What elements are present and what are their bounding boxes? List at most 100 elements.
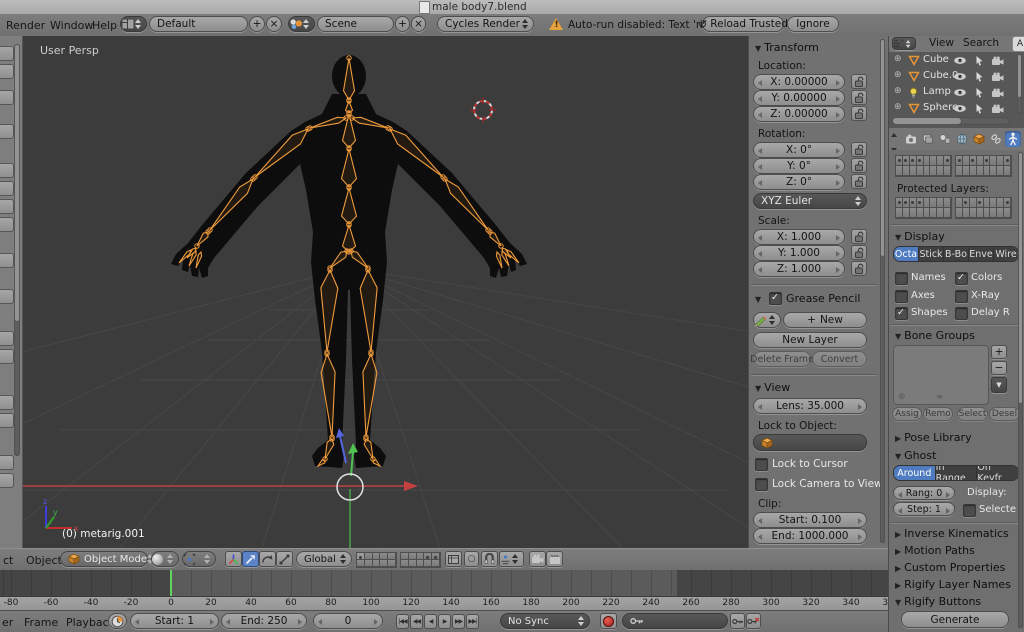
grease-pencil-checkbox[interactable] [769,292,782,305]
location-z-field[interactable]: Z: 0.00000 [753,106,845,122]
menu-marker-partial[interactable]: er [2,616,13,629]
n-panel-scrollbar[interactable] [880,39,885,543]
grease-pencil-new-button[interactable]: +New [783,312,867,328]
protected-layers-grid-2[interactable] [955,197,1012,219]
tab-constraints[interactable] [988,131,1004,147]
menu-render[interactable]: Render [6,19,45,32]
rotation-mode-dropdown[interactable]: XYZ Euler [753,193,867,209]
selectability-icon[interactable] [975,87,984,98]
ghost-on-keyframe[interactable]: On Keyfr [977,466,1018,480]
scale-z-field[interactable]: Z: 1.000 [753,261,845,277]
inverse-kinematics-panel-header[interactable]: ▶Inverse Kinematics [895,527,1009,540]
tool-button[interactable] [0,349,14,364]
tab-world[interactable] [954,131,970,147]
orientation-dropdown[interactable]: Global [296,551,352,567]
menu-window[interactable]: Window [50,19,93,32]
manipulator-scale-button[interactable] [276,551,293,567]
outliner-row[interactable]: ⊕ Cube.0 [889,69,1024,84]
lock-location-z-button[interactable] [851,106,867,121]
new-layer-button[interactable]: New Layer [753,332,867,348]
filter-icon[interactable]: ⊕ [898,392,906,402]
add-scene-button[interactable]: + [395,16,410,32]
rigify-buttons-panel-header[interactable]: ▼Rigify Buttons [895,595,981,608]
delete-scene-button[interactable]: × [411,16,426,32]
renderability-icon[interactable] [991,56,1004,66]
tool-button[interactable] [0,217,14,232]
tool-button[interactable] [0,289,14,304]
manipulator-axis-button[interactable] [225,551,242,567]
snap-button[interactable] [481,551,498,567]
menu-frame[interactable]: Frame [24,616,58,629]
ghost-around[interactable]: Around [894,466,936,480]
scene-selector[interactable]: Scene [317,16,394,32]
delete-keyframe-button[interactable] [746,613,761,629]
tool-button[interactable] [0,46,14,61]
editor-type-outliner-button[interactable] [892,37,916,50]
display-mode-wire[interactable]: Wire [994,247,1018,261]
tool-shelf-scrollbar[interactable] [14,44,20,456]
renderability-icon[interactable] [991,104,1004,114]
visibility-eye-icon[interactable] [953,104,967,113]
next-keyframe-button[interactable]: ▶▶ [452,614,465,629]
xray-checkbox[interactable] [955,290,968,303]
clip-start-field[interactable]: Start: 0.100 [753,512,867,528]
delay-refresh-checkbox[interactable] [955,307,968,320]
menu-help[interactable]: Help [92,19,117,32]
render-opengl-anim-button[interactable] [546,551,563,567]
scale-x-field[interactable]: X: 1.000 [753,229,845,245]
renderability-icon[interactable] [991,72,1004,82]
object-name[interactable]: Lamp [923,86,951,97]
lock-rotation-z-button[interactable] [851,174,867,189]
n-panel-scrollbar-thumb[interactable] [880,39,885,257]
timeline-playhead[interactable] [170,570,172,596]
scale-y-field[interactable]: Y: 1.000 [753,245,845,261]
ghost-step-field[interactable]: Step: 1 [893,502,955,516]
location-y-field[interactable]: Y: 0.00000 [753,90,845,106]
tool-button[interactable] [0,199,14,214]
outliner-row[interactable]: ⊕ Lamp [889,85,1024,100]
grease-pencil-panel-header[interactable]: ▼ [755,292,764,305]
prev-keyframe-button[interactable]: ◀◀ [410,614,423,629]
armature-layers-grid-1[interactable] [895,155,952,177]
mode-dropdown[interactable]: Object Mode [60,551,148,567]
lock-rotation-y-button[interactable] [851,158,867,173]
layers-grid-2[interactable] [400,552,441,568]
shading-dropdown[interactable] [151,551,179,567]
outliner-hscrollbar[interactable] [892,117,1010,125]
outliner-menu-search[interactable]: Search [963,37,999,49]
lock-to-cursor-checkbox[interactable] [755,458,768,471]
properties-scrollbar-thumb[interactable] [1018,152,1023,404]
assign-button[interactable]: Assig [892,407,922,421]
lock-location-x-button[interactable] [851,74,867,89]
add-bone-group-button[interactable]: + [991,345,1007,359]
editor-type-button[interactable] [120,16,147,32]
jump-to-end-button[interactable]: ▶▶| [466,614,479,629]
manipulator-translate-button[interactable] [242,551,259,567]
lock-scale-x-button[interactable] [851,229,867,244]
snap-element-dropdown[interactable] [499,551,524,567]
screen-layout-selector[interactable]: Default [149,16,248,32]
deselect-button[interactable]: Desel [989,407,1020,421]
colors-checkbox[interactable] [955,272,968,285]
remove-button[interactable]: Remo [923,407,953,421]
visibility-eye-icon[interactable] [953,56,967,65]
visibility-eye-icon[interactable] [953,88,967,97]
outliner-row[interactable]: ⊕ Sphere [889,101,1024,116]
tab-object[interactable] [971,131,987,147]
tab-render-layers[interactable] [920,131,936,147]
delete-layout-button[interactable]: × [266,16,282,32]
tool-button[interactable] [0,455,14,470]
rigify-layer-names-panel-header[interactable]: ▶Rigify Layer Names [895,578,1011,591]
renderability-icon[interactable] [991,88,1004,98]
expand-icon[interactable]: ⊕ [894,102,902,112]
tool-button[interactable] [0,473,14,488]
lock-camera-to-view-checkbox[interactable] [755,478,768,491]
ignore-button[interactable]: Ignore [787,16,839,32]
tool-button[interactable] [0,395,14,410]
tool-shelf-partial[interactable] [0,36,23,548]
outliner-vscrollbar[interactable] [1017,54,1022,114]
ghost-in-range[interactable]: In Range [936,466,978,480]
render-border-button[interactable] [445,551,462,567]
render-engine-selector[interactable]: Cycles Render [437,16,534,32]
tab-render[interactable] [903,131,919,147]
